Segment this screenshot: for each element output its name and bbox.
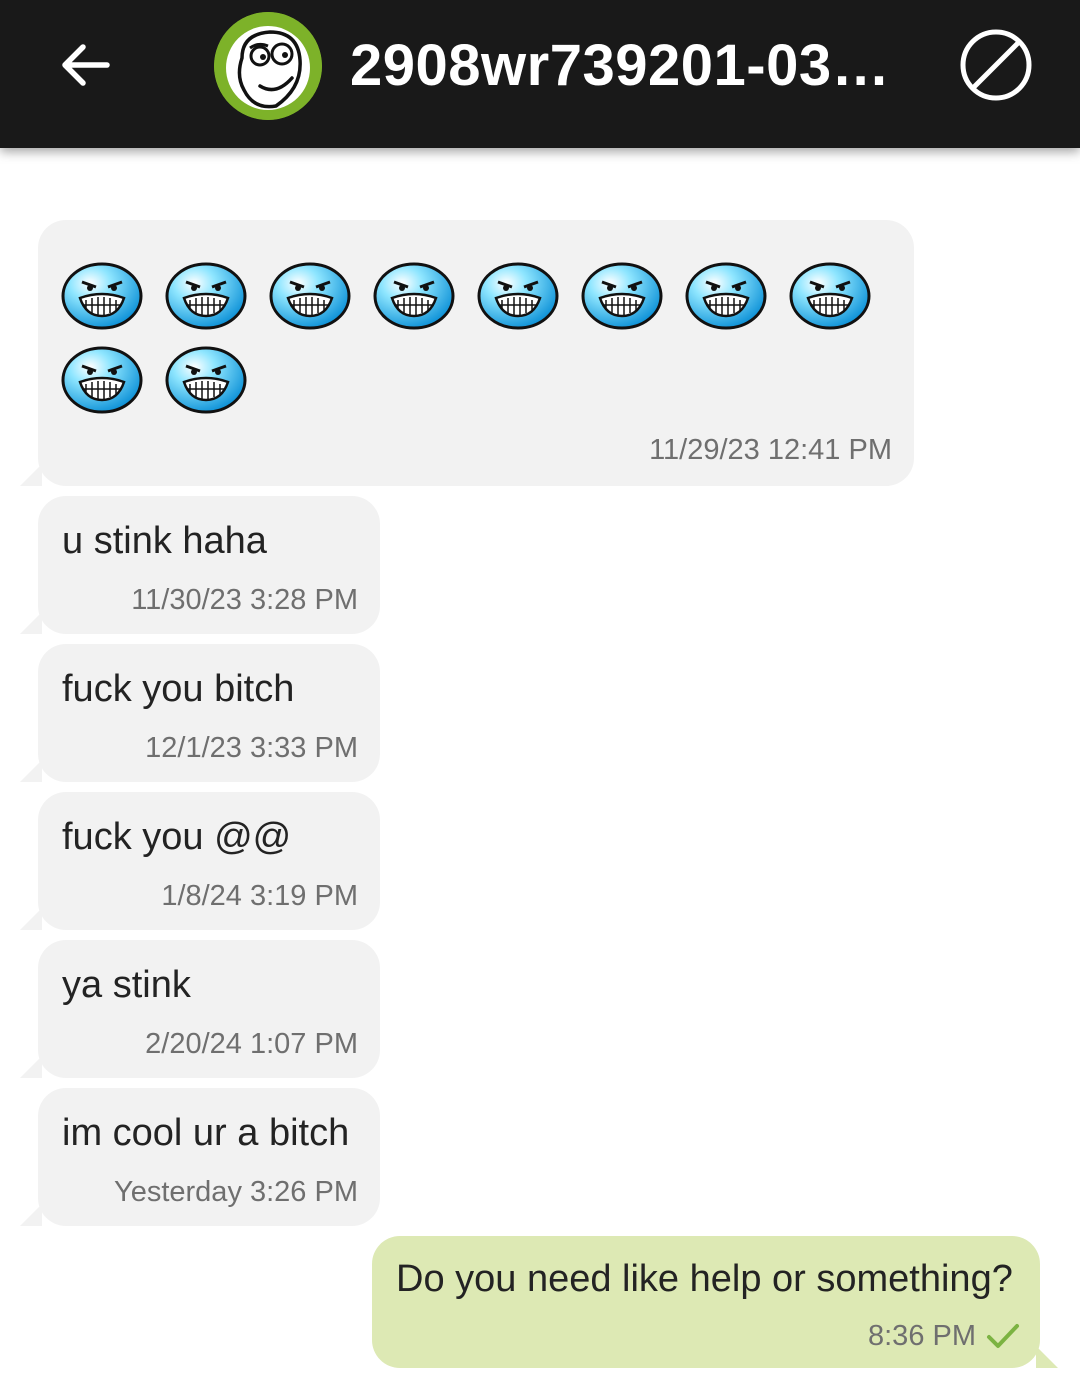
incoming-message-bubble[interactable]: fuck you bitch 12/1/23 3:33 PM xyxy=(20,644,380,782)
i-lied-rage-face-emoji xyxy=(477,262,559,330)
i-lied-rage-face-emoji xyxy=(165,262,247,330)
i-lied-rage-face-emoji xyxy=(789,262,871,330)
message-text: ya stink xyxy=(62,964,191,1006)
message-timestamp: Yesterday 3:26 PM xyxy=(114,1176,358,1208)
message-text: u stink haha xyxy=(62,520,267,562)
i-lied-rage-face-emoji xyxy=(685,262,767,330)
back-button[interactable] xyxy=(50,30,120,100)
message-timestamp: 11/29/23 12:41 PM xyxy=(649,434,892,466)
incoming-message-bubble[interactable]: 11/29/23 12:41 PM xyxy=(20,220,914,486)
arrow-left-icon xyxy=(62,44,110,86)
i-lied-rage-face-emoji xyxy=(269,262,351,330)
i-lied-rage-face-emoji xyxy=(373,262,455,330)
message-text: fuck you bitch xyxy=(62,668,295,710)
top-app-bar: 2908wr739201-03… xyxy=(0,0,1080,148)
message-text: fuck you @@ xyxy=(62,816,292,858)
contact-avatar[interactable] xyxy=(214,12,322,120)
incoming-message-bubble[interactable]: im cool ur a bitch Yesterday 3:26 PM xyxy=(20,1088,380,1226)
message-thread[interactable]: 11/29/23 12:41 PM u stink haha 11/30/23 … xyxy=(0,148,1080,1382)
message-timestamp: 1/8/24 3:19 PM xyxy=(161,880,358,912)
incoming-message-bubble[interactable]: u stink haha 11/30/23 3:28 PM xyxy=(20,496,380,634)
message-text: Do you need like help or something? xyxy=(396,1258,1013,1300)
outgoing-message-bubble[interactable]: Do you need like help or something? 8:36… xyxy=(372,1236,1058,1368)
delivered-check-icon xyxy=(987,1324,1019,1348)
conversation-title[interactable]: 2908wr739201-03… xyxy=(350,30,910,102)
message-timestamp: 12/1/23 3:33 PM xyxy=(145,732,358,764)
message-timestamp: 8:36 PM xyxy=(868,1320,976,1352)
message-text: im cool ur a bitch xyxy=(62,1112,350,1154)
block-button[interactable] xyxy=(955,24,1037,106)
i-lied-rage-face-emoji xyxy=(581,262,663,330)
message-timestamp: 2/20/24 1:07 PM xyxy=(145,1028,358,1060)
i-lied-rage-face-emoji xyxy=(61,262,143,330)
incoming-message-bubble[interactable]: ya stink 2/20/24 1:07 PM xyxy=(20,940,380,1078)
block-icon xyxy=(960,29,1032,101)
troll-face-avatar xyxy=(214,12,322,120)
incoming-message-bubble[interactable]: fuck you @@ 1/8/24 3:19 PM xyxy=(20,792,380,930)
i-lied-rage-face-emoji xyxy=(61,346,143,414)
message-timestamp: 11/30/23 3:28 PM xyxy=(131,584,358,616)
i-lied-rage-face-emoji xyxy=(165,346,247,414)
